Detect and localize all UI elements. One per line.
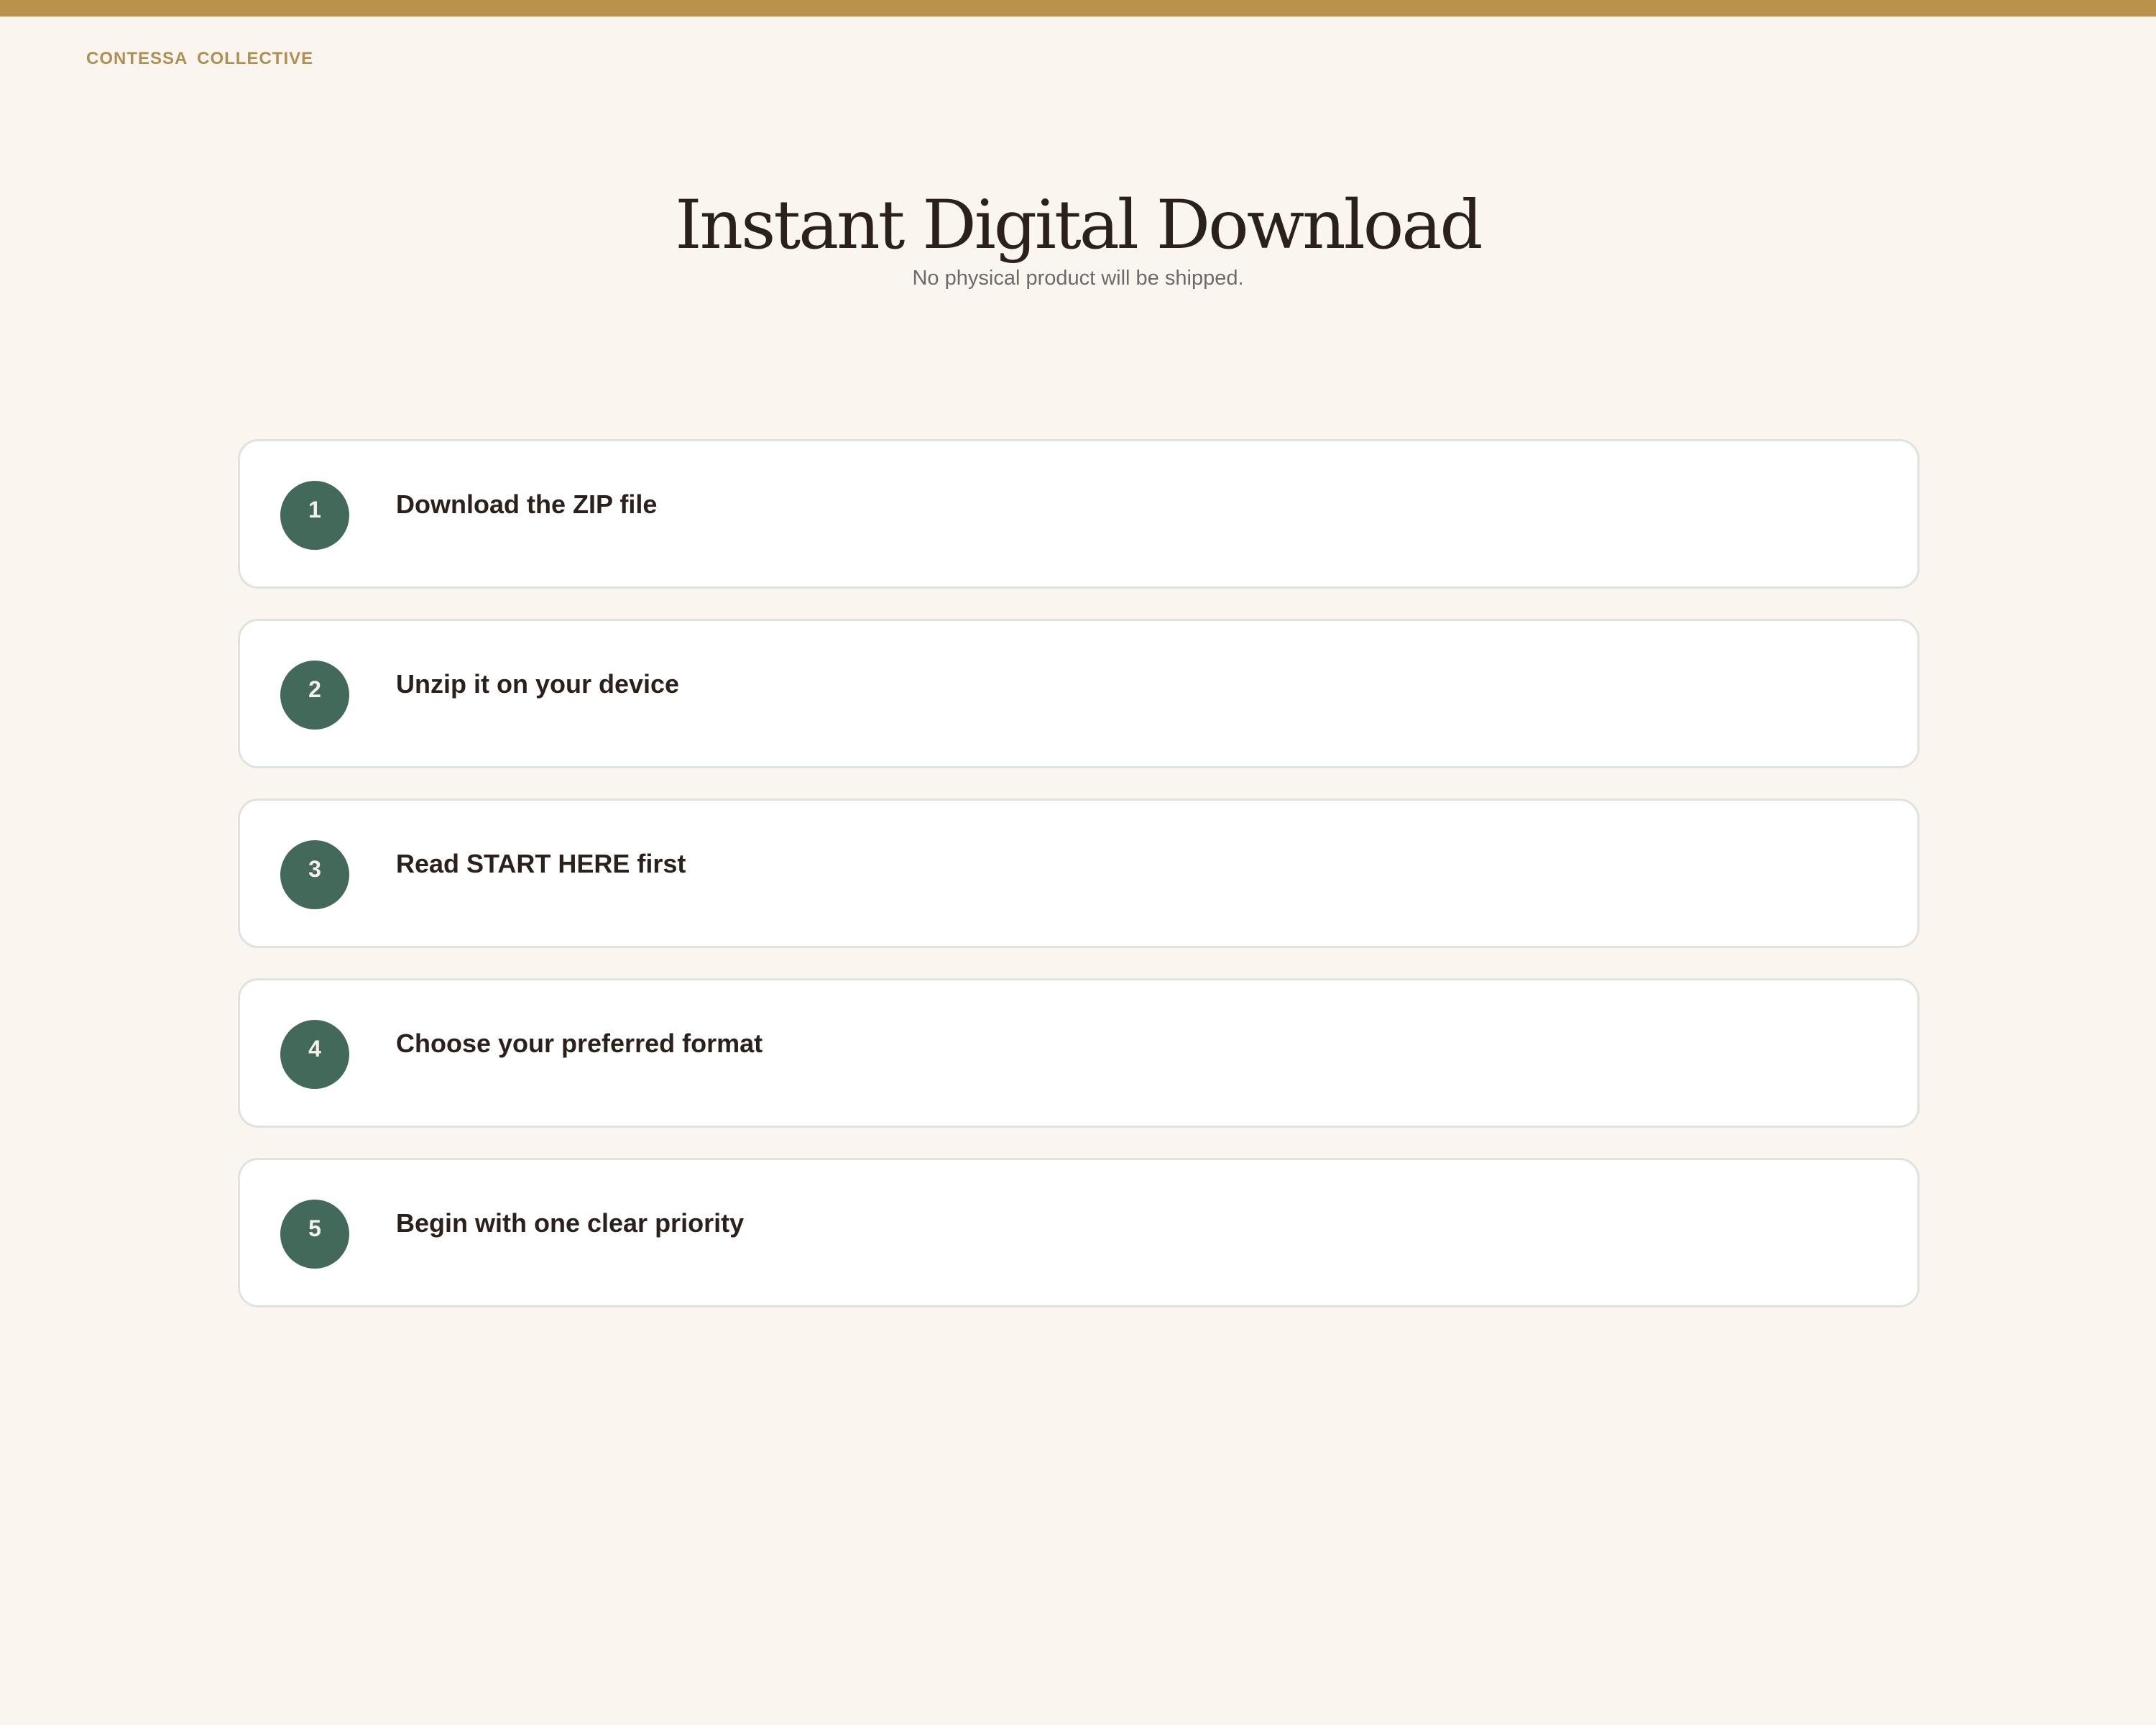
- step-card-2: 2 Unzip it on your device: [238, 619, 1920, 768]
- step-card-4: 4 Choose your preferred format: [238, 978, 1920, 1128]
- step-label: Download the ZIP file: [396, 489, 658, 519]
- step-number-badge: 3: [280, 840, 349, 909]
- step-number-badge: 4: [280, 1020, 349, 1089]
- step-card-1: 1 Download the ZIP file: [238, 439, 1920, 589]
- step-label: Choose your preferred format: [396, 1029, 763, 1058]
- step-list: 1 Download the ZIP file 2 Unzip it on yo…: [238, 439, 1920, 1338]
- brand-name: CONTESSA COLLECTIVE: [86, 49, 314, 68]
- step-label: Begin with one clear priority: [396, 1208, 745, 1238]
- step-number-badge: 1: [280, 481, 349, 550]
- step-number-badge: 2: [280, 661, 349, 730]
- page-title: Instant Digital Download: [675, 185, 1483, 264]
- top-accent-bar: [0, 0, 2156, 17]
- step-card-3: 3 Read START HERE first: [238, 799, 1920, 948]
- step-card-5: 5 Begin with one clear priority: [238, 1158, 1920, 1307]
- step-label: Read START HERE first: [396, 849, 686, 878]
- page-subtitle: No physical product will be shipped.: [912, 267, 1244, 290]
- step-number-badge: 5: [280, 1200, 349, 1269]
- step-label: Unzip it on your device: [396, 669, 680, 699]
